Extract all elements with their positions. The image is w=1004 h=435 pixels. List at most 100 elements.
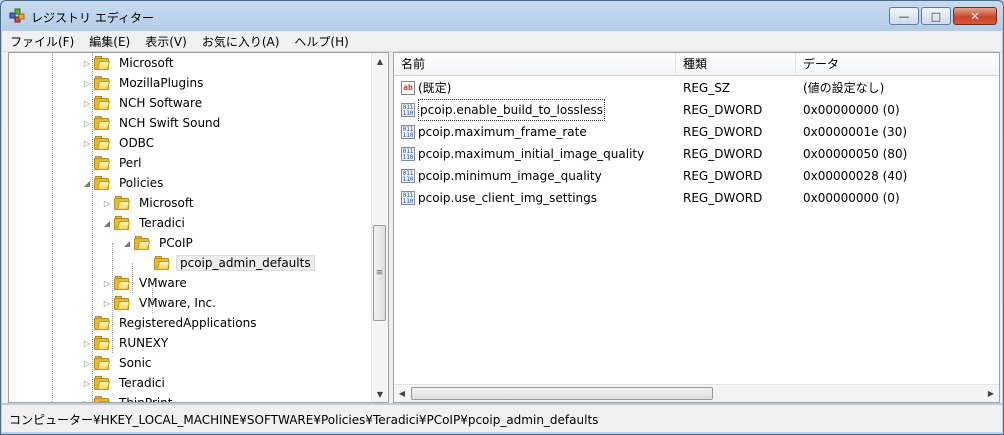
menu-file[interactable]: ファイル(F)	[2, 33, 81, 50]
tree-item[interactable]: ▷ ODBC	[82, 133, 157, 153]
value-row[interactable]: 011 110 pcoip.maximum_initial_image_quali…	[394, 143, 999, 165]
folder-icon	[94, 136, 111, 150]
tree-scroll-thumb[interactable]: ≡	[373, 225, 386, 321]
tree-item-label[interactable]: Teradici	[136, 215, 188, 231]
value-data-cell: 0x00000050 (80)	[803, 147, 908, 161]
tree-item[interactable]: ◢ PCoIP	[122, 233, 196, 253]
tree-item[interactable]: ▷ RUNEXY	[82, 333, 171, 353]
tree-item[interactable]: ▷ NCH Swift Sound	[82, 113, 223, 133]
status-key-path: コンピューター¥HKEY_LOCAL_MACHINE¥SOFTWARE¥Poli…	[9, 413, 599, 427]
tree-item-label[interactable]: Microsoft	[136, 195, 197, 211]
tree-item-label[interactable]: RegisteredApplications	[116, 315, 259, 331]
tree-item[interactable]: ▷ ThinPrint	[82, 393, 175, 402]
tree-item[interactable]: ◢ Policies	[82, 173, 166, 193]
expand-arrow-icon[interactable]: ▷	[82, 53, 92, 73]
collapse-arrow-icon[interactable]: ◢	[82, 173, 92, 193]
window-title: レジストリ エディター	[31, 11, 154, 25]
value-row[interactable]: ab (既定) REG_SZ (値の設定なし)	[394, 77, 999, 99]
expand-arrow-icon	[82, 153, 92, 173]
scroll-right-arrow-icon[interactable]: ▶	[983, 385, 999, 401]
tree-item-label[interactable]: ODBC	[116, 135, 157, 151]
expand-arrow-icon[interactable]: ▷	[82, 113, 92, 133]
tree-item-label[interactable]: NCH Software	[116, 95, 205, 111]
title-bar[interactable]: レジストリ エディター — □ ✕	[1, 1, 1003, 31]
tree-item-label[interactable]: RUNEXY	[116, 335, 171, 351]
scroll-left-arrow-icon[interactable]: ◀	[394, 385, 410, 401]
value-name-cell[interactable]: 011 110 pcoip.maximum_frame_rate	[401, 121, 587, 143]
collapse-arrow-icon[interactable]: ◢	[102, 213, 112, 233]
tree-item[interactable]: ▷ Sonic	[82, 353, 155, 373]
list-scroll-thumb[interactable]	[411, 387, 713, 400]
tree-item-label[interactable]: Teradici	[116, 375, 168, 391]
tree-vertical-scrollbar[interactable]: ▲ ≡ ▼	[371, 53, 388, 402]
tree-item-label[interactable]: MozillaPlugins	[116, 75, 206, 91]
expand-arrow-icon	[142, 253, 152, 273]
value-name-cell[interactable]: 011 110 pcoip.use_client_img_settings	[401, 187, 597, 209]
expand-arrow-icon[interactable]: ▷	[82, 333, 92, 353]
folder-icon	[114, 196, 131, 210]
value-row[interactable]: 011 110 pcoip.minimum_image_quality REG_DW…	[394, 165, 999, 187]
collapse-arrow-icon[interactable]: ◢	[122, 233, 132, 253]
value-name: pcoip.maximum_frame_rate	[418, 125, 587, 139]
tree-item[interactable]: RegisteredApplications	[82, 313, 259, 333]
minimize-button[interactable]: —	[889, 7, 919, 25]
scroll-down-arrow-icon[interactable]: ▼	[372, 386, 388, 402]
value-list-header: 名前 種類 データ	[394, 53, 999, 76]
menu-help[interactable]: ヘルプ(H)	[286, 33, 355, 50]
folder-icon	[94, 316, 111, 330]
tree-item-label[interactable]: ThinPrint	[116, 395, 175, 402]
expand-arrow-icon[interactable]: ▷	[82, 353, 92, 373]
tree-item-label[interactable]: NCH Swift Sound	[116, 115, 223, 131]
column-header-type[interactable]: 種類	[676, 53, 796, 75]
tree-item[interactable]: ▷ NCH Software	[82, 93, 205, 113]
tree-item[interactable]: ◢ Teradici	[102, 213, 188, 233]
value-type-cell: REG_DWORD	[683, 191, 763, 205]
scroll-up-arrow-icon[interactable]: ▲	[372, 53, 388, 69]
folder-icon	[94, 176, 111, 190]
menu-view[interactable]: 表示(V)	[137, 33, 194, 50]
close-button[interactable]: ✕	[953, 7, 997, 25]
tree-item-label[interactable]: PCoIP	[156, 235, 196, 251]
tree-item[interactable]: Perl	[82, 153, 144, 173]
value-row[interactable]: 011 110 pcoip.maximum_frame_rate REG_DWORD…	[394, 121, 999, 143]
value-data-cell: 0x00000000 (0)	[803, 191, 900, 205]
window-controls: — □ ✕	[887, 7, 997, 25]
value-name-cell[interactable]: 011 110 pcoip.minimum_image_quality	[401, 165, 602, 187]
list-horizontal-scrollbar[interactable]: ◀ ▶	[394, 384, 999, 402]
tree-item-label[interactable]: pcoip_admin_defaults	[176, 255, 315, 271]
tree-item[interactable]: ▷ MozillaPlugins	[82, 73, 206, 93]
expand-arrow-icon[interactable]: ▷	[82, 73, 92, 93]
tree-item-label[interactable]: VMware	[136, 275, 190, 291]
tree-item[interactable]: ▷ Teradici	[82, 373, 168, 393]
tree-item-label[interactable]: Microsoft	[116, 55, 177, 71]
binary-value-icon: 011 110	[401, 169, 415, 183]
expand-arrow-icon[interactable]: ▷	[102, 193, 112, 213]
value-row[interactable]: 011 110 pcoip.enable_build_to_lossless REG…	[394, 99, 999, 121]
tree-item-label[interactable]: Perl	[116, 155, 144, 171]
menu-edit[interactable]: 編集(E)	[81, 33, 137, 50]
column-header-name[interactable]: 名前	[394, 53, 676, 75]
tree-item-label[interactable]: Policies	[116, 175, 166, 191]
menu-favorites[interactable]: お気に入り(A)	[194, 33, 287, 50]
expand-arrow-icon[interactable]: ▷	[82, 393, 92, 403]
expand-arrow-icon[interactable]: ▷	[82, 93, 92, 113]
column-header-data[interactable]: データ	[796, 53, 999, 75]
value-name: pcoip.use_client_img_settings	[418, 191, 598, 205]
value-row[interactable]: 011 110 pcoip.use_client_img_settings REG_…	[394, 187, 999, 209]
value-name-cell[interactable]: 011 110 pcoip.maximum_initial_image_quali…	[401, 143, 644, 165]
maximize-button[interactable]: □	[921, 7, 951, 25]
expand-arrow-icon[interactable]: ▷	[102, 273, 112, 293]
expand-arrow-icon[interactable]: ▷	[82, 133, 92, 153]
tree-item[interactable]: ▷ VMware	[102, 273, 190, 293]
tree-item[interactable]: ▷ Microsoft	[82, 53, 177, 73]
expand-arrow-icon[interactable]: ▷	[82, 373, 92, 393]
tree-item[interactable]: ▷ Microsoft	[102, 193, 197, 213]
tree-item-label[interactable]: VMware, Inc.	[136, 295, 219, 311]
tree-item-label[interactable]: Sonic	[116, 355, 155, 371]
folder-icon	[154, 256, 171, 270]
tree-item[interactable]: ▷ VMware, Inc.	[102, 293, 219, 313]
value-name-cell[interactable]: 011 110 pcoip.enable_build_to_lossless	[401, 99, 605, 121]
tree-item[interactable]: pcoip_admin_defaults	[142, 253, 315, 273]
value-name-cell[interactable]: ab (既定)	[401, 77, 451, 99]
expand-arrow-icon[interactable]: ▷	[102, 293, 112, 313]
